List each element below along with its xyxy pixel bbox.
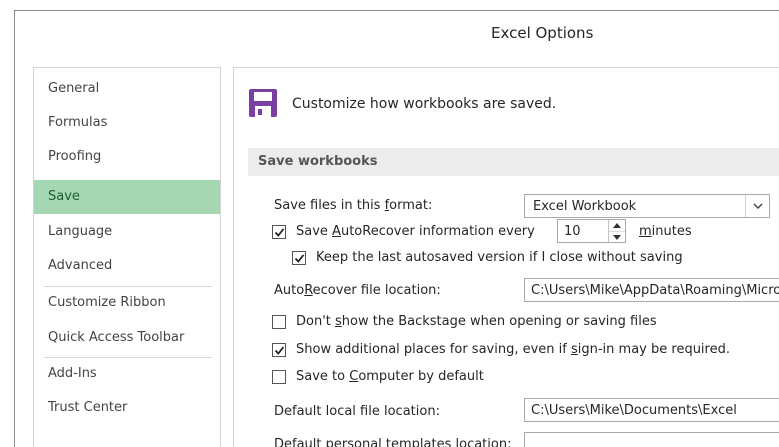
sidebar-item-quick-access-toolbar[interactable]: Quick Access Toolbar (34, 321, 220, 355)
checkmark-icon (294, 254, 305, 263)
triangle-down-icon (613, 235, 621, 240)
dropdown-button[interactable] (745, 195, 769, 217)
autorecover-minutes-spinner[interactable]: 10 (557, 219, 626, 243)
sidebar-item-save[interactable]: Save (34, 180, 220, 214)
sidebar-item-label: Customize Ribbon (48, 295, 166, 310)
checkmark-icon (274, 228, 285, 237)
show-additional-places-label: Show additional places for saving, even … (296, 342, 730, 357)
default-local-location-value: C:\Users\Mike\Documents\Excel (531, 403, 737, 418)
dont-show-backstage-label: Don't show the Backstage when opening or… (296, 314, 657, 329)
excel-options-dialog: Excel Options General Formulas Proofing … (14, 10, 779, 447)
triangle-up-icon (613, 223, 621, 228)
sidebar-item-label: Save (48, 189, 80, 204)
keep-last-autosaved-label: Keep the last autosaved version if I clo… (316, 250, 683, 265)
save-to-computer-checkbox[interactable] (272, 370, 286, 384)
sidebar-item-label: Trust Center (48, 400, 128, 415)
sidebar-item-add-ins[interactable]: Add-Ins (34, 357, 220, 391)
sidebar-item-label: Advanced (48, 258, 113, 273)
spinner-down-button[interactable] (609, 231, 625, 242)
sidebar-item-label: Add-Ins (48, 366, 97, 381)
dont-show-backstage-checkbox[interactable] (272, 315, 286, 329)
sidebar-item-proofing[interactable]: Proofing (34, 140, 220, 174)
default-local-location-label: Default local file location: (274, 404, 440, 419)
save-format-label: Save files in this format: (274, 198, 433, 213)
title-bar: Excel Options (15, 11, 779, 57)
sidebar-item-general[interactable]: General (34, 72, 220, 106)
autorecover-minutes-value: 10 (564, 224, 581, 239)
autorecover-label: Save AutoRecover information every (296, 224, 535, 239)
keep-last-autosaved-checkbox[interactable] (292, 251, 306, 265)
sidebar-item-formulas[interactable]: Formulas (34, 106, 220, 140)
save-to-computer-label: Save to Computer by default (296, 369, 484, 384)
sidebar-item-language[interactable]: Language (34, 215, 220, 249)
autorecover-location-label: AutoRecover file location: (274, 283, 441, 298)
options-sidebar: General Formulas Proofing Save Language … (33, 67, 221, 447)
spinner-up-button[interactable] (609, 220, 625, 231)
checkmark-icon (274, 346, 285, 355)
default-templates-location-input[interactable] (524, 432, 779, 447)
chevron-down-icon (753, 203, 763, 210)
section-header-save-workbooks: Save workbooks (248, 148, 779, 176)
autorecover-location-input[interactable]: C:\Users\Mike\AppData\Roaming\Microsoft\… (524, 278, 779, 302)
dialog-title: Excel Options (491, 24, 594, 42)
save-format-dropdown[interactable]: Excel Workbook (524, 194, 770, 218)
minutes-label: minutes (639, 224, 692, 239)
sidebar-item-trust-center[interactable]: Trust Center (34, 391, 220, 425)
default-local-location-input[interactable]: C:\Users\Mike\Documents\Excel (524, 398, 779, 422)
autorecover-checkbox[interactable] (272, 225, 286, 239)
show-additional-places-checkbox[interactable] (272, 343, 286, 357)
sidebar-item-label: General (48, 81, 100, 96)
page-header-text: Customize how workbooks are saved. (292, 96, 557, 112)
autorecover-location-value: C:\Users\Mike\AppData\Roaming\Microsoft\… (531, 283, 779, 298)
sidebar-item-advanced[interactable]: Advanced (34, 249, 220, 283)
sidebar-item-label: Language (48, 224, 113, 239)
sidebar-item-label: Formulas (48, 115, 108, 130)
floppy-disk-icon (249, 89, 277, 117)
sidebar-item-label: Proofing (48, 149, 102, 164)
spinner-buttons (608, 220, 625, 242)
sidebar-item-customize-ribbon[interactable]: Customize Ribbon (34, 286, 220, 320)
sidebar-item-label: Quick Access Toolbar (48, 330, 185, 345)
section-title: Save workbooks (258, 154, 378, 169)
save-format-value: Excel Workbook (533, 199, 637, 214)
options-main-panel: Customize how workbooks are saved. Save … (233, 67, 779, 447)
default-templates-location-label: Default personal templates location: (274, 437, 512, 447)
